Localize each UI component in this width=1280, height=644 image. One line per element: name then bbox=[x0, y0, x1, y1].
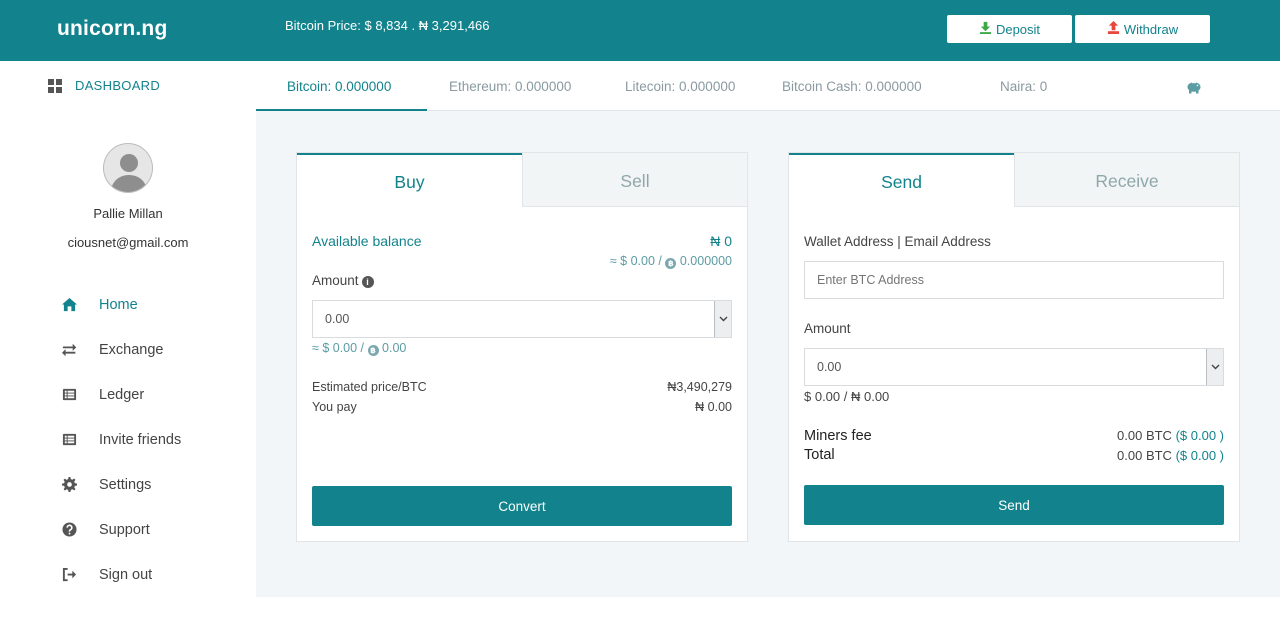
send-receive-card: Send Receive Wallet Address | Email Addr… bbox=[788, 152, 1240, 542]
sidebar: DASHBOARD Pallie Millan ciousnet@gmail.c… bbox=[0, 61, 256, 597]
sidebar-item-home[interactable]: Home bbox=[60, 282, 181, 327]
buy-sell-card: Buy Sell Available balance ₦ 0 ≈ $ 0.00 … bbox=[296, 152, 748, 542]
send-button[interactable]: Send bbox=[804, 485, 1224, 525]
question-icon bbox=[60, 522, 78, 538]
main-content: Buy Sell Available balance ₦ 0 ≈ $ 0.00 … bbox=[256, 111, 1280, 597]
tab-bitcoin-balance[interactable]: Bitcoin: 0.000000 bbox=[256, 61, 427, 111]
total-btc: 0.00 BTC bbox=[1117, 448, 1172, 463]
bitcoin-coin-icon: ฿ bbox=[665, 258, 677, 269]
total-value: 0.00 BTC ($ 0.00 ) bbox=[1117, 448, 1224, 463]
sidebar-item-label: Sign out bbox=[99, 566, 153, 583]
sidebar-item-settings[interactable]: Settings bbox=[60, 462, 181, 507]
miners-fee-usd: ($ 0.00 ) bbox=[1175, 428, 1224, 443]
you-pay-label: You pay bbox=[312, 400, 357, 414]
send-amount-input[interactable] bbox=[805, 349, 1223, 385]
send-receive-tabs: Send Receive bbox=[789, 153, 1239, 207]
total-label: Total bbox=[804, 447, 835, 463]
miners-fee-btc: 0.00 BTC bbox=[1117, 428, 1172, 443]
wallet-address-label: Wallet Address | Email Address bbox=[804, 234, 991, 249]
dashboard-icon bbox=[48, 78, 62, 93]
amount-usd-equiv: ≈ $ 0.00 / bbox=[312, 341, 365, 355]
dashboard-link[interactable]: DASHBOARD bbox=[48, 78, 160, 93]
available-balance-value: ₦ 0 bbox=[710, 233, 732, 249]
available-usd-equiv: ≈ $ 0.00 / bbox=[609, 254, 662, 268]
total-usd: ($ 0.00 ) bbox=[1175, 448, 1224, 463]
convert-button[interactable]: Convert bbox=[312, 486, 732, 526]
sidebar-item-invite-friends[interactable]: Invite friends bbox=[60, 417, 181, 462]
estimated-price-label: Estimated price/BTC bbox=[312, 380, 427, 394]
bitcoin-price: Bitcoin Price: $ 8,834 . ₦ 3,291,466 bbox=[285, 18, 490, 33]
available-balance-equiv: ≈ $ 0.00 / ฿ 0.000000 bbox=[610, 254, 732, 269]
tab-receive[interactable]: Receive bbox=[1014, 153, 1239, 207]
sidebar-item-support[interactable]: Support bbox=[60, 507, 181, 552]
tab-bitcoin-cash-balance[interactable]: Bitcoin Cash: 0.000000 bbox=[782, 61, 922, 111]
tab-ethereum-balance[interactable]: Ethereum: 0.000000 bbox=[449, 61, 571, 111]
amount-btc-equiv: 0.00 bbox=[382, 341, 407, 355]
user-name: Pallie Millan bbox=[93, 206, 163, 221]
amount-label: Amount bbox=[312, 273, 359, 288]
withdraw-label: Withdraw bbox=[1123, 21, 1179, 37]
tab-sell[interactable]: Sell bbox=[522, 153, 747, 207]
sidebar-item-sign-out[interactable]: Sign out bbox=[60, 552, 181, 597]
tab-litecoin-balance[interactable]: Litecoin: 0.000000 bbox=[625, 61, 735, 111]
wallet-address-box bbox=[804, 261, 1224, 299]
sidebar-item-ledger[interactable]: Ledger bbox=[60, 372, 181, 417]
download-icon bbox=[979, 21, 992, 37]
sign-out-icon bbox=[60, 567, 78, 583]
sidebar-item-label: Exchange bbox=[99, 341, 164, 358]
chevron-down-icon bbox=[1211, 364, 1219, 370]
sidebar-item-label: Home bbox=[99, 296, 138, 313]
tab-send[interactable]: Send bbox=[789, 153, 1014, 207]
sidebar-item-label: Invite friends bbox=[99, 431, 182, 448]
available-btc-equiv: 0.000000 bbox=[679, 254, 732, 268]
send-amount-box bbox=[804, 348, 1224, 386]
sidebar-item-exchange[interactable]: Exchange bbox=[60, 327, 181, 372]
home-icon bbox=[60, 297, 78, 313]
buy-amount-input[interactable] bbox=[313, 301, 731, 337]
tab-naira-balance[interactable]: Naira: 0 bbox=[1000, 61, 1047, 111]
logo[interactable]: unicorn.ng bbox=[57, 17, 168, 41]
amount-equiv: ≈ $ 0.00 / ฿ 0.00 bbox=[312, 341, 406, 356]
chevron-down-icon bbox=[719, 316, 727, 322]
send-amount-label: Amount bbox=[804, 321, 851, 336]
withdraw-button[interactable]: Withdraw bbox=[1075, 15, 1210, 43]
dashboard-label: DASHBOARD bbox=[75, 78, 161, 93]
tab-buy[interactable]: Buy bbox=[297, 153, 522, 207]
amount-label-row: Amount i bbox=[312, 273, 374, 288]
send-unit-dropdown[interactable] bbox=[1206, 349, 1223, 385]
sidebar-item-label: Support bbox=[99, 521, 150, 538]
balance-tabs: Bitcoin: 0.000000 Ethereum: 0.000000 Lit… bbox=[256, 61, 1280, 111]
ledger-icon bbox=[60, 387, 78, 403]
estimated-price-value: ₦3,490,279 bbox=[667, 380, 732, 394]
sidebar-item-label: Settings bbox=[99, 476, 152, 493]
deposit-button[interactable]: Deposit bbox=[947, 15, 1072, 43]
sidebar-item-label: Ledger bbox=[99, 386, 145, 403]
exchange-icon bbox=[60, 342, 78, 358]
info-icon[interactable]: i bbox=[361, 276, 374, 288]
buy-amount-input-box bbox=[312, 300, 732, 338]
sidebar-nav: Home Exchange Ledger Invite friends Sett… bbox=[60, 282, 181, 597]
miners-fee-value: 0.00 BTC ($ 0.00 ) bbox=[1117, 428, 1224, 443]
user-email: ciousnet@gmail.com bbox=[67, 235, 189, 250]
wallet-address-input[interactable] bbox=[805, 262, 1223, 298]
available-balance-label: Available balance bbox=[312, 233, 422, 249]
send-amount-equiv: $ 0.00 / ₦ 0.00 bbox=[804, 389, 890, 404]
gear-icon bbox=[60, 477, 78, 493]
invite-icon bbox=[60, 432, 78, 448]
avatar[interactable] bbox=[103, 143, 153, 193]
top-bar: unicorn.ng Bitcoin Price: $ 8,834 . ₦ 3,… bbox=[0, 0, 1280, 61]
deposit-label: Deposit bbox=[995, 21, 1041, 37]
piggy-bank-icon[interactable] bbox=[1186, 80, 1202, 94]
you-pay-value: ₦ 0.00 bbox=[695, 400, 732, 414]
buy-sell-tabs: Buy Sell bbox=[297, 153, 747, 207]
amount-unit-dropdown[interactable] bbox=[714, 301, 731, 337]
upload-icon bbox=[1107, 21, 1120, 37]
bitcoin-coin-icon: ฿ bbox=[367, 345, 379, 356]
miners-fee-label: Miners fee bbox=[804, 428, 872, 444]
